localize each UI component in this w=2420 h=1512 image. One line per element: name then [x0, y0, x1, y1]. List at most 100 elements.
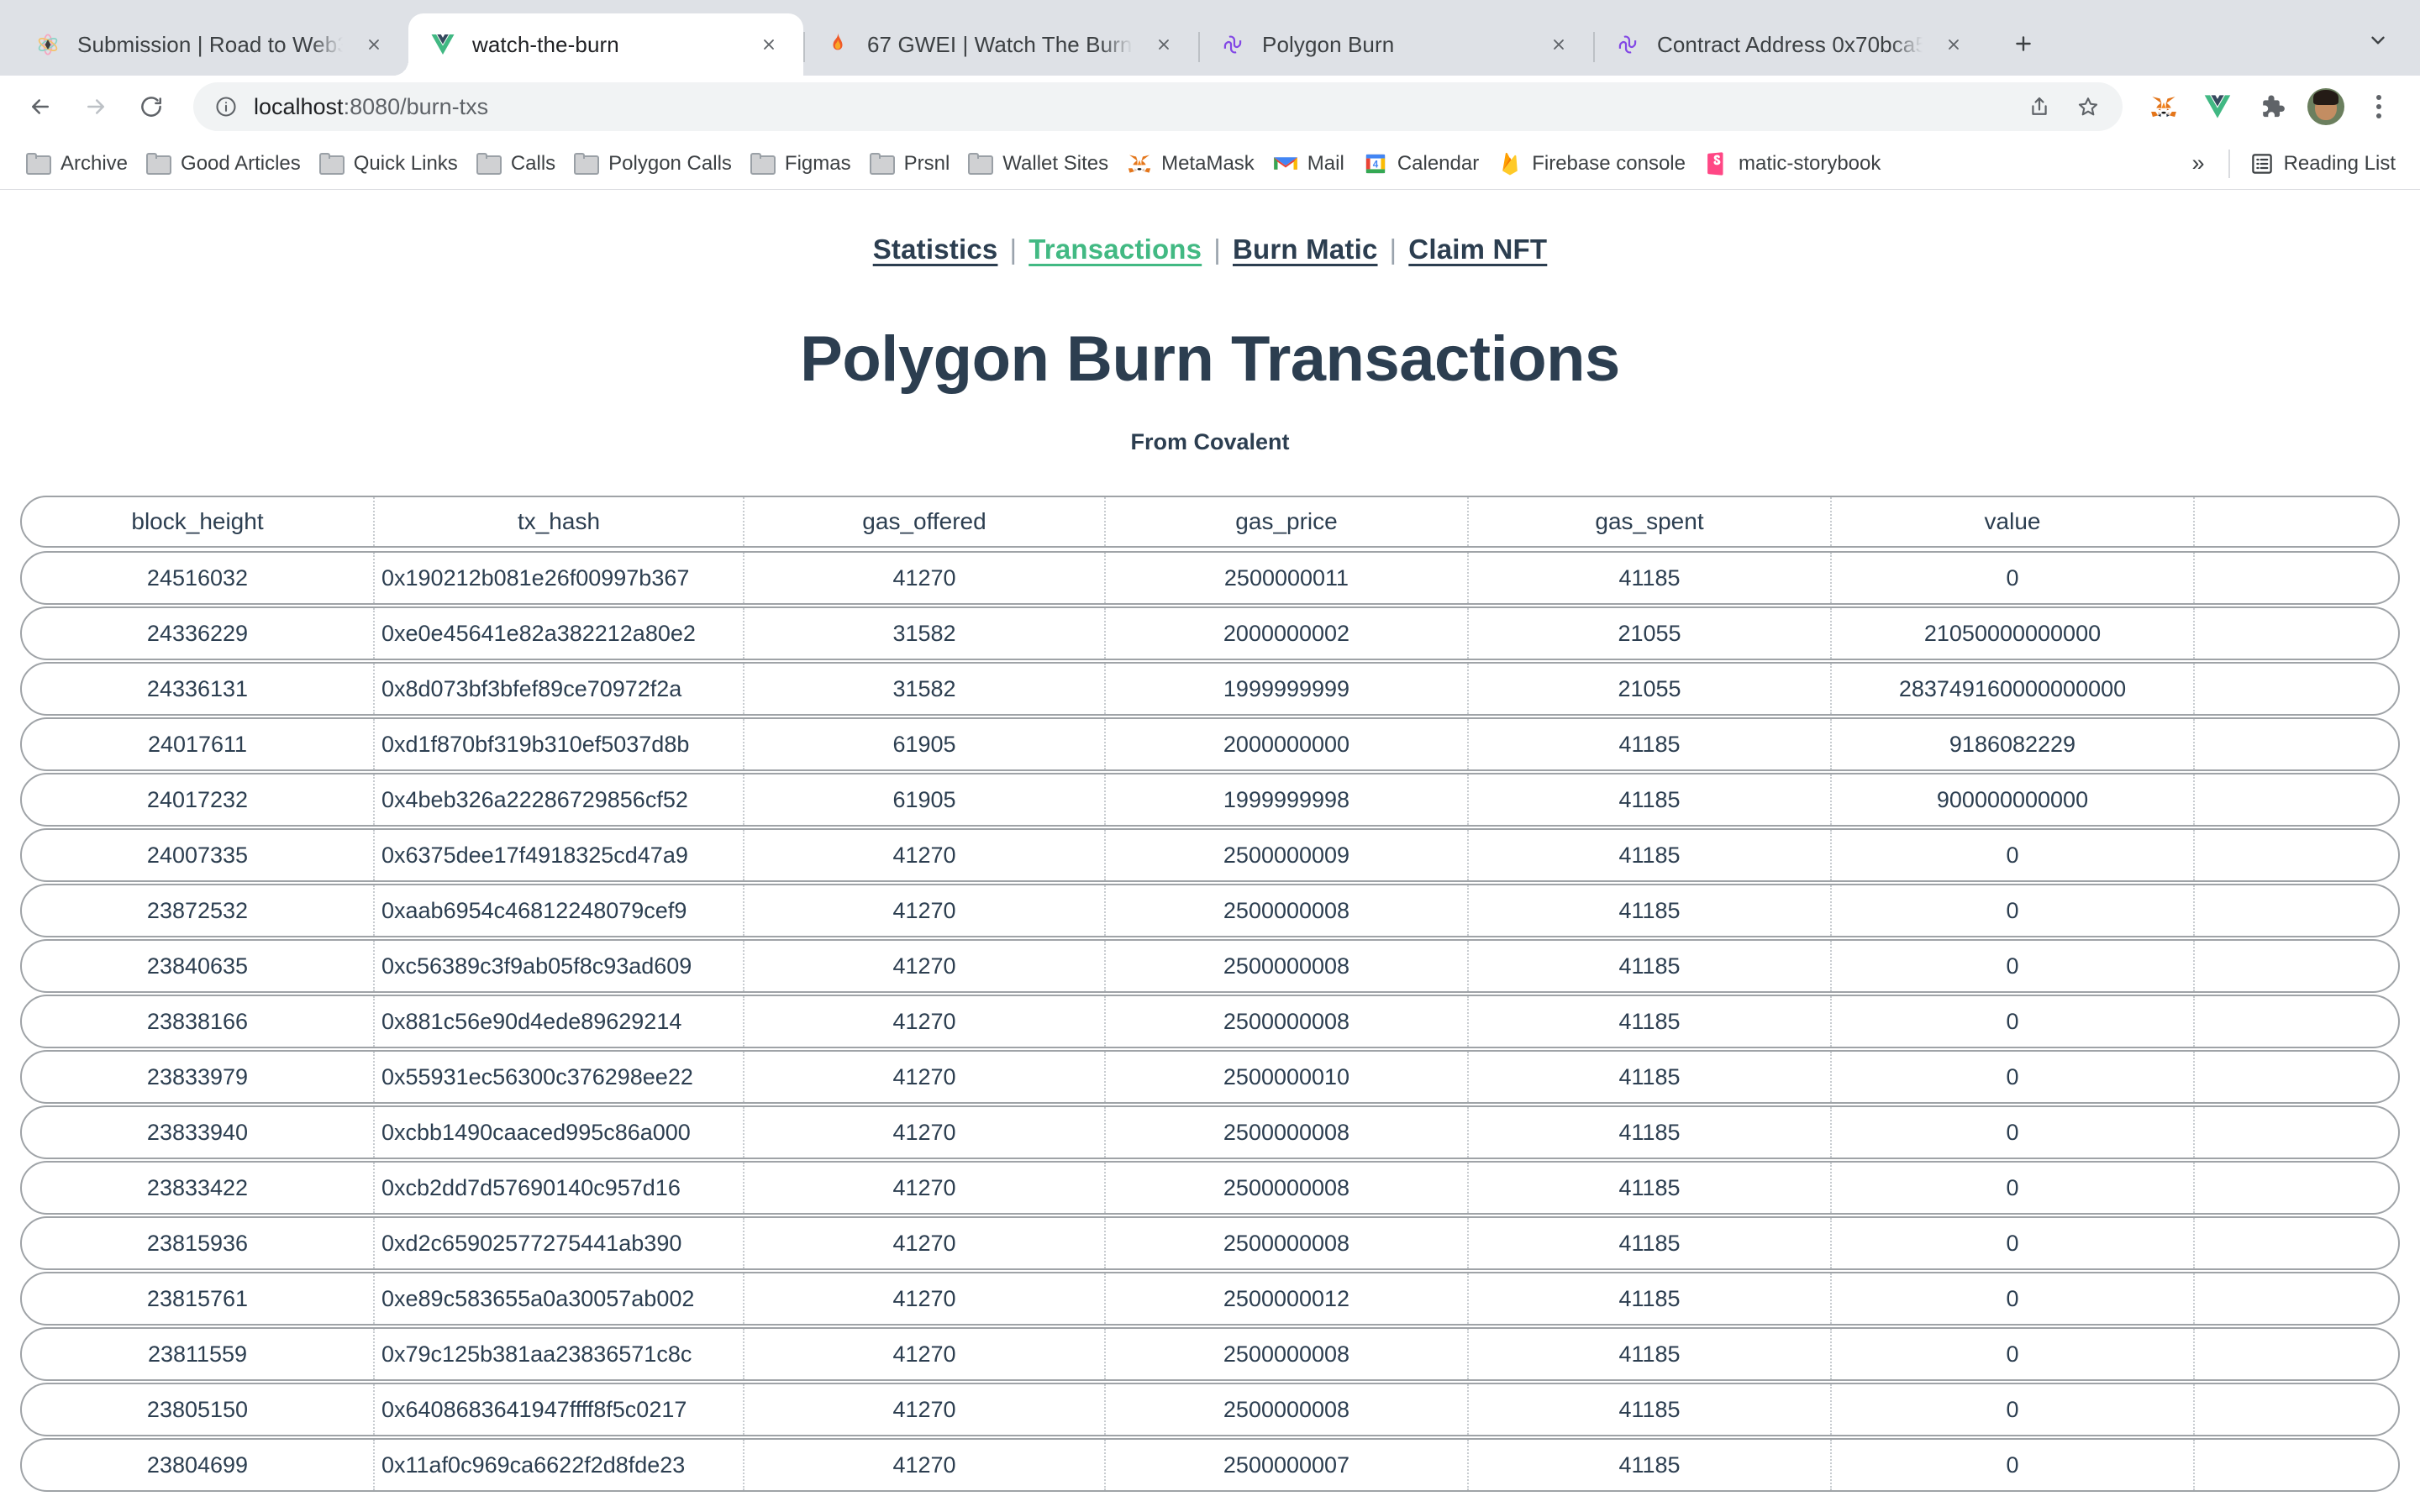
- avatar[interactable]: [2307, 88, 2344, 125]
- close-icon[interactable]: [358, 29, 390, 60]
- table-row[interactable]: 23833940 0xcbb1490caaced995c86a000 41270 25…: [20, 1105, 2400, 1159]
- cell-blank: [2195, 1440, 2398, 1490]
- url-text[interactable]: localhost:8080/burn-txs: [254, 94, 2017, 120]
- browser-tab-2[interactable]: watch-the-burn: [393, 13, 803, 76]
- metamask-extension-icon[interactable]: [2141, 84, 2186, 129]
- table-row[interactable]: 24017611 0xd1f870bf319b310ef5037d8b 61905 2…: [20, 717, 2400, 771]
- reload-icon[interactable]: [126, 81, 176, 132]
- bookmark-firebase-console[interactable]: Firebase console: [1488, 145, 1695, 182]
- nav-link-claim-nft[interactable]: Claim NFT: [1408, 234, 1547, 265]
- reading-list-label: Reading List: [2283, 151, 2396, 175]
- table-row[interactable]: 23833422 0xcb2dd7d57690140c957d16 41270 250…: [20, 1161, 2400, 1215]
- column-header-block-height[interactable]: block_height: [22, 497, 375, 546]
- browser-tab-1[interactable]: Submission | Road to Web3: [13, 13, 408, 76]
- reading-list-button[interactable]: Reading List: [2240, 145, 2405, 182]
- table-row[interactable]: 24017232 0x4beb326a22286729856cf52 61905 19…: [20, 773, 2400, 827]
- forward-arrow-icon[interactable]: [71, 81, 121, 132]
- cell-gas-offered: 41270: [744, 1440, 1106, 1490]
- puzzle-extensions-icon[interactable]: [2249, 84, 2294, 129]
- cell-gas-price: 2500000010: [1106, 1052, 1469, 1102]
- close-icon[interactable]: [753, 29, 785, 60]
- bookmarks-overflow-button[interactable]: »: [2179, 144, 2218, 182]
- table-row[interactable]: 23815761 0xe89c583655a0a30057ab002 41270 25…: [20, 1272, 2400, 1326]
- nav-link-transactions[interactable]: Transactions: [1028, 234, 1202, 265]
- three-dot-menu-icon[interactable]: [2356, 84, 2402, 129]
- cell-gas-spent: 41185: [1469, 1440, 1832, 1490]
- tab-search-button[interactable]: [2354, 17, 2402, 64]
- cell-gas-price: 1999999999: [1106, 664, 1469, 714]
- close-icon[interactable]: [1148, 29, 1180, 60]
- column-header-gas-offered[interactable]: gas_offered: [744, 497, 1106, 546]
- bookmark-archive[interactable]: Archive: [17, 145, 137, 182]
- avatar-hair: [2313, 90, 2338, 106]
- cell-blank: [2195, 830, 2398, 880]
- browser-tab-3[interactable]: 67 GWEI | Watch The Burn: EIP: [803, 13, 1198, 76]
- table-row[interactable]: 23811559 0x79c125b381aa23836571c8c 41270 25…: [20, 1327, 2400, 1381]
- bookmark-mail[interactable]: Mail: [1264, 145, 1354, 182]
- bookmark-matic-storybook[interactable]: matic-storybook: [1695, 145, 1890, 182]
- nav-link-burn-matic[interactable]: Burn Matic: [1233, 234, 1378, 265]
- cell-gas-offered: 41270: [744, 1107, 1106, 1158]
- table-row[interactable]: 23804699 0x11af0c969ca6622f2d8fde23 41270 2…: [20, 1438, 2400, 1492]
- bookmark-wallet-sites[interactable]: Wallet Sites: [959, 145, 1118, 182]
- cell-gas-offered: 41270: [744, 1052, 1106, 1102]
- bookmark-figmas[interactable]: Figmas: [741, 145, 860, 182]
- cell-gas-spent: 41185: [1469, 1218, 1832, 1268]
- tab-title: Submission | Road to Web3: [77, 31, 343, 57]
- table-row[interactable]: 23840635 0xc56389c3f9ab05f8c93ad609 41270 2…: [20, 939, 2400, 993]
- bookmark-good-articles[interactable]: Good Articles: [137, 145, 310, 182]
- browser-tab-5[interactable]: Contract Address 0x70bca57f4: [1593, 13, 1988, 76]
- browser-tab-4[interactable]: Polygon Burn: [1198, 13, 1593, 76]
- column-header-gas-price[interactable]: gas_price: [1106, 497, 1469, 546]
- cell-gas-spent: 41185: [1469, 774, 1832, 825]
- bookmark-metamask[interactable]: MetaMask: [1118, 145, 1264, 182]
- nav-link-statistics[interactable]: Statistics: [873, 234, 998, 265]
- bookmark-calendar[interactable]: 4 Calendar: [1354, 145, 1488, 182]
- column-header-tx-hash[interactable]: tx_hash: [375, 497, 744, 546]
- bookmark-prsnl[interactable]: Prsnl: [860, 145, 960, 182]
- firebase-icon: [1497, 151, 1523, 176]
- back-arrow-icon[interactable]: [15, 81, 66, 132]
- cell-value: 21050000000000: [1832, 608, 2195, 659]
- table-row[interactable]: 24336229 0xe0e45641e82a382212a80e2 31582 20…: [20, 606, 2400, 660]
- cell-gas-offered: 41270: [744, 1218, 1106, 1268]
- table-row[interactable]: 23838166 0x881c56e90d4ede89629214 41270 250…: [20, 995, 2400, 1048]
- close-icon[interactable]: [1938, 29, 1970, 60]
- cell-gas-spent: 41185: [1469, 719, 1832, 769]
- cell-gas-offered: 41270: [744, 1273, 1106, 1324]
- table-row[interactable]: 24336131 0x8d073bf3bfef89ce70972f2a 31582 1…: [20, 662, 2400, 716]
- cell-block-height: 23840635: [22, 941, 375, 991]
- table-row[interactable]: 23805150 0x6408683641947ffff8f5c0217 41270…: [20, 1383, 2400, 1436]
- cell-gas-price: 2500000008: [1106, 1329, 1469, 1379]
- cell-block-height: 23838166: [22, 996, 375, 1047]
- close-icon[interactable]: [1543, 29, 1575, 60]
- cell-tx-hash: 0xc56389c3f9ab05f8c93ad609: [375, 941, 744, 991]
- star-icon[interactable]: [2065, 84, 2111, 129]
- bookmark-calls[interactable]: Calls: [467, 145, 565, 182]
- cell-gas-spent: 41185: [1469, 1107, 1832, 1158]
- column-header-gas-spent[interactable]: gas_spent: [1469, 497, 1832, 546]
- table-row[interactable]: 24516032 0x190212b081e26f00997b367 41270 25…: [20, 551, 2400, 605]
- bookmark-quick-links[interactable]: Quick Links: [310, 145, 467, 182]
- table-header-row: block_height tx_hash gas_offered gas_pri…: [20, 496, 2400, 548]
- column-header-value[interactable]: value: [1832, 497, 2195, 546]
- tab-title: watch-the-burn: [472, 31, 619, 57]
- cell-blank: [2195, 608, 2398, 659]
- cell-gas-spent: 41185: [1469, 553, 1832, 603]
- address-bar[interactable]: localhost:8080/burn-txs: [193, 82, 2123, 131]
- table-row[interactable]: 23815936 0xd2c65902577275441ab390 41270 250…: [20, 1216, 2400, 1270]
- new-tab-button[interactable]: [2000, 20, 2047, 67]
- table-row[interactable]: 23833979 0x55931ec56300c376298ee22 41270 25…: [20, 1050, 2400, 1104]
- bookmark-label: Mail: [1307, 151, 1344, 175]
- vue-devtools-extension-icon[interactable]: [2195, 84, 2240, 129]
- table-row[interactable]: 23872532 0xaab6954c46812248079cef9 41270 25…: [20, 884, 2400, 937]
- cell-block-height: 23815761: [22, 1273, 375, 1324]
- omnibox-actions: [2017, 84, 2111, 129]
- bookmark-label: Calls: [510, 151, 556, 175]
- cell-tx-hash: 0x4beb326a22286729856cf52: [375, 774, 744, 825]
- share-icon[interactable]: [2017, 84, 2062, 129]
- bookmark-polygon-calls[interactable]: Polygon Calls: [565, 145, 741, 182]
- table-row[interactable]: 24007335 0x6375dee17f4918325cd47a9 41270 25…: [20, 828, 2400, 882]
- info-circle-icon[interactable]: [212, 92, 240, 121]
- cell-gas-price: 2500000008: [1106, 885, 1469, 936]
